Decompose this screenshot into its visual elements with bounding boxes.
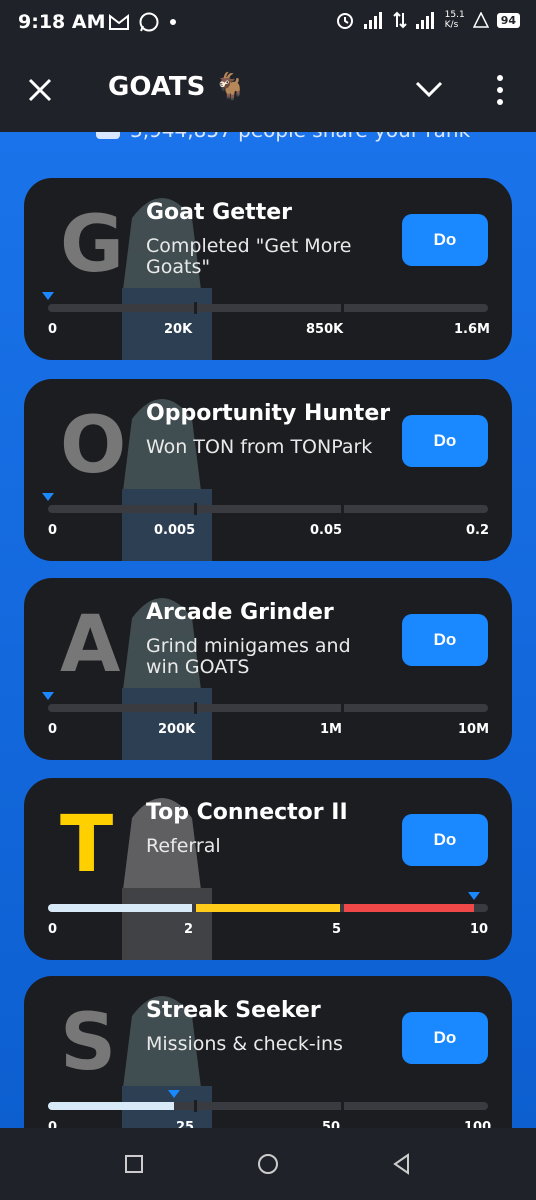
- tick-label: 10M: [458, 722, 490, 737]
- status-time: 9:18 AM: [18, 11, 106, 33]
- card-description: Won TON from TONPark: [146, 436, 373, 458]
- battery-level: 94: [496, 12, 520, 28]
- tick-label: 0.005: [154, 523, 196, 538]
- tick-label: 0: [48, 322, 58, 337]
- achievement-card-goat-getter: G Goat Getter Completed "Get More Goats"…: [24, 178, 512, 360]
- app-bar: GOATS 🐐: [0, 48, 536, 132]
- share-rank-text: 3,944,857 people share your rank: [96, 132, 470, 142]
- card-description: Grind minigames and win GOATS: [146, 635, 351, 678]
- signal-4g-icon: [415, 12, 434, 29]
- tick-label: 0.2: [466, 523, 490, 538]
- achievement-card-opportunity-hunter: O Opportunity Hunter Won TON from TONPar…: [24, 379, 512, 561]
- tick-label: 850K: [306, 322, 344, 337]
- card-title: Streak Seeker: [146, 998, 321, 1023]
- progress-bar: [48, 892, 488, 912]
- home-icon[interactable]: [256, 1152, 280, 1176]
- progress-bar: [42, 692, 488, 714]
- tick-label: 1M: [320, 722, 342, 737]
- progress-marker-icon: [42, 493, 54, 501]
- achievement-card-top-connector: T Top Connector II Referral Do 0 2 5 10: [24, 778, 512, 960]
- users-icon: [96, 132, 120, 139]
- progress-marker-icon: [42, 292, 54, 300]
- card-title: Opportunity Hunter: [146, 401, 391, 426]
- chevron-down-icon[interactable]: [414, 78, 444, 100]
- card-description: Completed "Get More Goats": [146, 235, 352, 278]
- do-button[interactable]: Do: [402, 614, 488, 666]
- more-vert-icon[interactable]: [490, 72, 510, 108]
- tick-label: 0: [48, 523, 58, 538]
- do-button[interactable]: Do: [402, 814, 488, 866]
- share-rank-label: 3,944,857 people share your rank: [130, 132, 470, 142]
- back-icon[interactable]: [390, 1152, 414, 1176]
- progress-bar: [42, 292, 488, 314]
- do-button[interactable]: Do: [402, 214, 488, 266]
- achievements-list: 3,944,857 people share your rank G Goat …: [0, 132, 536, 1128]
- progress-marker-icon: [468, 892, 480, 900]
- card-letter: T: [60, 800, 114, 890]
- tick-label: 2: [184, 922, 194, 937]
- system-icons: 15.1 K/s 94: [335, 10, 520, 30]
- warning-icon: [472, 12, 489, 28]
- card-letter: G: [60, 200, 125, 290]
- card-title: Arcade Grinder: [146, 600, 334, 625]
- network-speed: 15.1 K/s: [444, 10, 465, 30]
- whatsapp-icon: [139, 12, 159, 32]
- do-button[interactable]: Do: [402, 1012, 488, 1064]
- card-letter: A: [60, 600, 121, 690]
- tick-label: 25: [176, 1120, 195, 1128]
- tick-label: 5: [332, 922, 342, 937]
- achievement-card-streak-seeker: S Streak Seeker Missions & check-ins Do …: [24, 976, 512, 1128]
- tick-label: 100: [464, 1120, 492, 1128]
- progress-marker-icon: [42, 692, 54, 700]
- tick-label: 0: [48, 1120, 58, 1128]
- card-description: Referral: [146, 835, 221, 857]
- alarm-icon: [336, 13, 353, 29]
- progress-bar: [42, 493, 488, 515]
- signal-icon: [363, 12, 382, 29]
- notification-icons: [108, 11, 178, 33]
- card-description: Missions & check-ins: [146, 1033, 343, 1055]
- card-letter: O: [60, 401, 127, 491]
- tick-label: 1.6M: [454, 322, 490, 337]
- app-title: GOATS 🐐: [108, 72, 247, 102]
- tick-label: 200K: [158, 722, 196, 737]
- tick-label: 0: [48, 922, 58, 937]
- card-title: Top Connector II: [146, 800, 348, 825]
- progress-bar: [48, 1090, 488, 1112]
- achievement-card-arcade-grinder: A Arcade Grinder Grind minigames and win…: [24, 578, 512, 760]
- data-transfer-icon: [392, 11, 407, 29]
- tick-label: 0.05: [310, 523, 343, 538]
- dot-icon: [170, 19, 176, 25]
- gmail-icon: [109, 13, 129, 30]
- tick-label: 20K: [164, 322, 193, 337]
- do-button[interactable]: Do: [402, 415, 488, 467]
- card-letter: S: [60, 998, 117, 1088]
- tick-label: 0: [48, 722, 58, 737]
- close-icon[interactable]: [26, 76, 54, 104]
- system-nav-bar: [0, 1128, 536, 1200]
- status-bar: 9:18 AM 15.1 K/s 94: [0, 0, 536, 48]
- card-title: Goat Getter: [146, 200, 292, 225]
- recents-icon[interactable]: [122, 1152, 146, 1176]
- progress-marker-icon: [168, 1090, 180, 1098]
- tick-label: 10: [470, 922, 489, 937]
- tick-label: 50: [322, 1120, 341, 1128]
